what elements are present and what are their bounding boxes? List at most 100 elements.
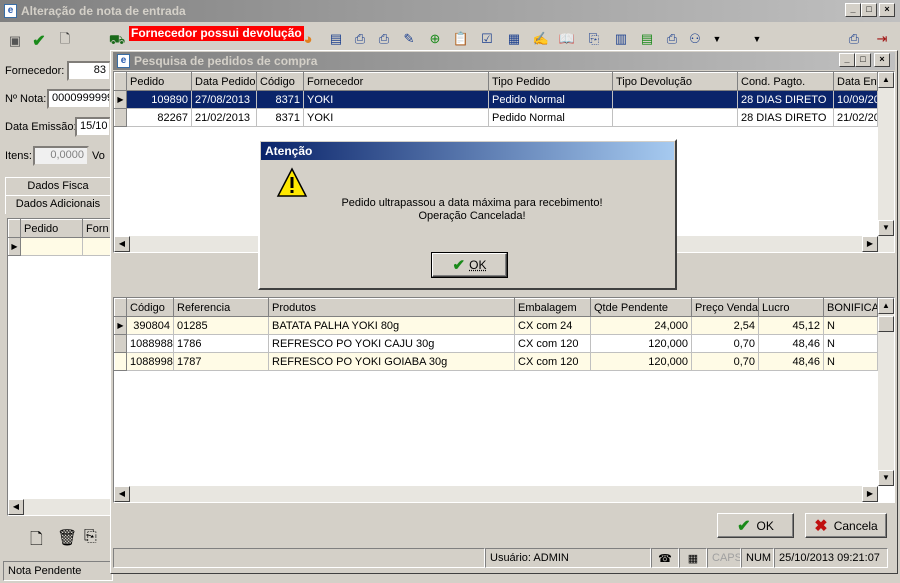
delete-icon[interactable]: 🗑 (57, 528, 77, 548)
dropdown-arrow-icon[interactable]: ▼ (708, 30, 726, 48)
minimize-button[interactable]: _ (845, 3, 861, 17)
confirm-icon[interactable]: ✔ (30, 32, 48, 50)
order-cell[interactable]: YOKI (303, 90, 489, 109)
item-cell[interactable]: BATATA PALHA YOKI 80g (268, 316, 515, 335)
item-cell[interactable]: 48,46 (758, 352, 824, 371)
search-minimize-button[interactable]: _ (839, 53, 855, 67)
items-col-embalagem[interactable]: Embalagem (514, 298, 591, 317)
order-row[interactable]: ▶ 109890 27/08/2013 8371 YOKI Pedido Nor… (114, 90, 878, 109)
left-grid-header-pedido[interactable]: Pedido (20, 219, 83, 238)
order-cell[interactable] (612, 90, 738, 109)
order-cell[interactable]: 8371 (256, 90, 304, 109)
orders-col-cond-pagto[interactable]: Cond. Pagto. (737, 72, 834, 91)
order-cell[interactable]: 82267 (126, 108, 192, 127)
item-cell[interactable]: 48,46 (758, 334, 824, 353)
itens-field[interactable]: 0,0000 (33, 146, 89, 166)
search-maximize-button[interactable]: □ (855, 53, 871, 67)
maximize-button[interactable]: □ (861, 3, 877, 17)
order-cell[interactable]: Pedido Normal (488, 108, 613, 127)
form-icon[interactable]: ▦ (505, 30, 523, 48)
item-cell[interactable]: 01285 (173, 316, 269, 335)
item-cell[interactable]: 1088998 (126, 352, 174, 371)
more-arrow-icon[interactable]: ▼ (748, 30, 766, 48)
order-cell[interactable]: 109890 (126, 90, 192, 109)
items-col-bonificacao[interactable]: BONIFICA( (823, 298, 878, 317)
exit-icon[interactable]: ⇥ (873, 30, 891, 48)
item-cell[interactable]: N (823, 352, 878, 371)
scroll-down-button[interactable]: ▼ (878, 470, 894, 486)
item-cell[interactable]: CX com 120 (514, 352, 591, 371)
document-icon[interactable]: ▥ (612, 30, 630, 48)
item-cell[interactable]: N (823, 316, 878, 335)
order-cell[interactable]: 27/08/2013 (191, 90, 257, 109)
item-cell[interactable]: 1088988 (126, 334, 174, 353)
search-close-button[interactable]: × (874, 53, 890, 67)
left-grid-cell[interactable] (82, 237, 112, 256)
item-row[interactable]: 1088988 1786 REFRESCO PO YOKI CAJU 30g C… (114, 334, 878, 353)
orders-col-fornecedor[interactable]: Fornecedor (303, 72, 489, 91)
scroll-thumb[interactable] (878, 316, 894, 332)
orders-col-data-pedido[interactable]: Data Pedido (191, 72, 257, 91)
orders-col-pedido[interactable]: Pedido (126, 72, 192, 91)
item-cell[interactable]: 0,70 (691, 334, 759, 353)
order-cell[interactable]: Pedido Normal (488, 90, 613, 109)
item-cell[interactable]: 390804 (126, 316, 174, 335)
palette-icon[interactable]: ◕ (299, 30, 317, 48)
items-col-produtos[interactable]: Produtos (268, 298, 515, 317)
item-cell[interactable]: N (823, 334, 878, 353)
scroll-left-button[interactable]: ◀ (8, 499, 24, 515)
new-item-icon[interactable]: 🗋 (30, 528, 43, 555)
printer-icon[interactable]: ⎙ (351, 30, 369, 48)
scroll-down-button[interactable]: ▼ (878, 220, 894, 236)
item-row[interactable]: ▶ 390804 01285 BATATA PALHA YOKI 80g CX … (114, 316, 878, 335)
items-col-codigo[interactable]: Código (126, 298, 174, 317)
print-icon[interactable]: ⎙ (375, 30, 393, 48)
approve-icon[interactable]: ✍ (532, 30, 550, 48)
items-col-lucro[interactable]: Lucro (758, 298, 824, 317)
duplicate-icon[interactable]: ⎘ (84, 528, 97, 546)
items-vertical-scrollbar[interactable]: ▲ ▼ (878, 298, 894, 486)
data-emissao-field[interactable]: 15/10 (75, 117, 111, 137)
orders-col-tipo-pedido[interactable]: Tipo Pedido (488, 72, 613, 91)
items-col-preco-venda[interactable]: Preço Venda (691, 298, 759, 317)
close-button[interactable]: × (879, 3, 895, 17)
scroll-right-button[interactable]: ▶ (862, 236, 878, 252)
item-cell[interactable]: 0,70 (691, 352, 759, 371)
left-grid-scrollbar[interactable]: ◀ (8, 499, 110, 515)
item-cell[interactable]: 1787 (173, 352, 269, 371)
truck-icon[interactable]: ⛟ (108, 32, 126, 50)
clipboard-icon[interactable]: 📋 (452, 30, 470, 48)
scroll-left-button[interactable]: ◀ (114, 236, 130, 252)
item-cell[interactable]: 2,54 (691, 316, 759, 335)
orders-vertical-scrollbar[interactable]: ▲ ▼ (878, 72, 894, 252)
scroll-up-button[interactable]: ▲ (878, 298, 894, 314)
item-cell[interactable]: REFRESCO PO YOKI GOIABA 30g (268, 352, 515, 371)
save-icon[interactable]: ▣ (6, 32, 24, 50)
item-cell[interactable]: CX com 24 (514, 316, 591, 335)
item-row[interactable]: 1088998 1787 REFRESCO PO YOKI GOIABA 30g… (114, 352, 878, 371)
item-cell[interactable]: CX com 120 (514, 334, 591, 353)
fornecedor-field[interactable]: 83 (67, 61, 111, 81)
orders-col-tipo-devolucao[interactable]: Tipo Devolução (612, 72, 738, 91)
items-horizontal-scrollbar[interactable]: ◀ ▶ (114, 486, 878, 502)
scroll-up-button[interactable]: ▲ (878, 72, 894, 88)
tab-dados-adicionais[interactable]: Dados Adicionais (5, 195, 111, 214)
new-document-icon[interactable]: 🗋 (56, 31, 74, 50)
items-col-qtde-pendente[interactable]: Qtde Pendente (590, 298, 692, 317)
print-preview-icon[interactable]: ▤ (327, 30, 345, 48)
edit-icon[interactable]: ✎ (400, 30, 418, 48)
search-ok-button[interactable]: ✔ OK (717, 513, 794, 538)
tab-dados-fiscais[interactable]: Dados Fisca (5, 177, 111, 196)
order-cell[interactable]: 28 DIAS DIRETO (737, 108, 834, 127)
orders-col-data-ent[interactable]: Data Ent (833, 72, 878, 91)
scroll-left-button[interactable]: ◀ (114, 486, 130, 502)
order-row[interactable]: 82267 21/02/2013 8371 YOKI Pedido Normal… (114, 108, 878, 127)
item-cell[interactable]: 120,000 (590, 334, 692, 353)
nota-field[interactable]: 0000999999 (47, 89, 111, 109)
dialog-ok-button[interactable]: ✔ OK (431, 252, 508, 278)
scanner-icon[interactable]: ⎙ (663, 30, 681, 48)
checklist-icon[interactable]: ☑ (478, 30, 496, 48)
left-grid-cell[interactable] (20, 237, 83, 256)
order-cell[interactable]: 21/02/2013 (191, 108, 257, 127)
orders-col-codigo[interactable]: Código (256, 72, 304, 91)
